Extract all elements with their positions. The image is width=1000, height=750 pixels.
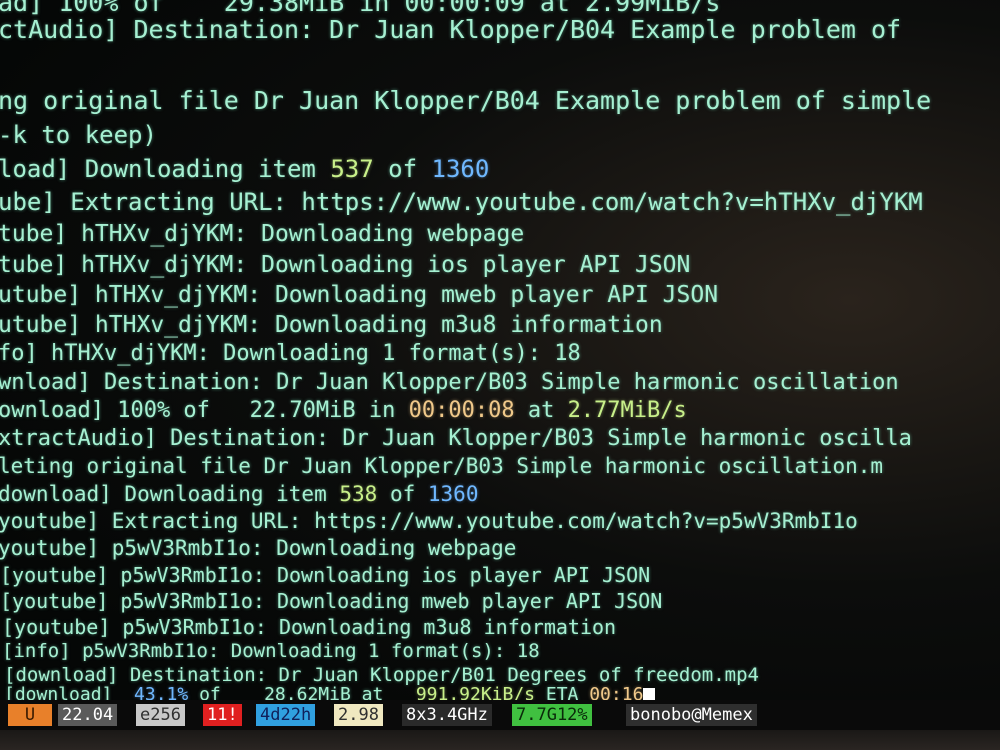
os-version-segment: 22.04	[58, 704, 118, 726]
terminal-line: ube] Extracting URL: https://www.youtube…	[0, 188, 923, 216]
color-depth-segment: e256	[136, 704, 185, 726]
updates-badge: 11!	[203, 704, 242, 726]
item-total: 1360	[427, 482, 479, 506]
terminal-screen: ad] 100% of 29.38MiB in 00:00:09 at 2.99…	[0, 0, 1000, 750]
terminal-line: utube] hTHXv_djYKM: Downloading m3u8 inf…	[0, 312, 663, 338]
item-number: 537	[330, 155, 374, 183]
terminal-line: [youtube] p5wV3RmbI1o: Downloading m3u8 …	[2, 615, 617, 639]
terminal-line: [download] Destination: Dr Juan Klopper/…	[4, 664, 759, 686]
terminal-line: utube] hTHXv_djYKM: Downloading mweb pla…	[0, 282, 719, 308]
user-host-segment: bonobo@Memex	[626, 704, 757, 726]
terminal-line: -k to keep)	[0, 121, 157, 149]
item-number: 538	[339, 482, 378, 506]
terminal-line: ng original file Dr Juan Klopper/B04 Exa…	[0, 86, 932, 115]
memory-segment: 7.7G12%	[512, 704, 592, 726]
download-rate: 2.77MiB/s	[567, 398, 687, 423]
terminal-line: tube] hTHXv_djYKM: Downloading ios playe…	[0, 252, 691, 278]
terminal-line: wnload] Destination: Dr Juan Klopper/B03…	[0, 370, 899, 395]
terminal-line: fo] hTHXv_djYKM: Downloading 1 format(s)…	[0, 341, 581, 366]
terminal-line: [info] p5wV3RmbI1o: Downloading 1 format…	[2, 640, 540, 662]
load-average-segment: 2.98	[334, 704, 383, 726]
download-item-line: load] Downloading item 537 of 1360	[0, 155, 490, 183]
download-progress-line: ownload] 100% of 22.70MiB in 00:00:08 at…	[0, 398, 687, 423]
terminal-line: youtube] Extracting URL: https://www.you…	[0, 509, 858, 533]
terminal-line: leting original file Dr Juan Klopper/B03…	[0, 454, 884, 478]
monitor-bezel	[0, 730, 1000, 750]
cpu-segment: 8x3.4GHz	[402, 704, 492, 726]
download-item-line: download] Downloading item 538 of 1360	[0, 482, 479, 506]
terminal-line: youtube] p5wV3RmbI1o: Downloading webpag…	[0, 536, 517, 560]
terminal-line: xtractAudio] Destination: Dr Juan Kloppe…	[0, 426, 912, 451]
terminal-line: [youtube] p5wV3RmbI1o: Downloading mweb …	[0, 589, 663, 613]
item-total: 1360	[431, 155, 490, 183]
terminal-line: tube] hTHXv_djYKM: Downloading webpage	[0, 221, 525, 247]
terminal-line: ad] 100% of 29.38MiB in 00:00:09 at 2.99…	[0, 0, 721, 17]
tmux-status-bar: U 22.04 e256 11! 4d22h 2.98 8x3.4GHz 7.7…	[0, 700, 1000, 730]
distro-icon: U	[8, 704, 52, 726]
terminal-output[interactable]: ad] 100% of 29.38MiB in 00:00:09 at 2.99…	[0, 0, 1000, 704]
elapsed-time: 00:00:08	[408, 398, 515, 423]
uptime-segment: 4d22h	[256, 704, 316, 726]
terminal-line: [youtube] p5wV3RmbI1o: Downloading ios p…	[0, 563, 651, 587]
terminal-line: ctAudio] Destination: Dr Juan Klopper/B0…	[0, 15, 902, 44]
